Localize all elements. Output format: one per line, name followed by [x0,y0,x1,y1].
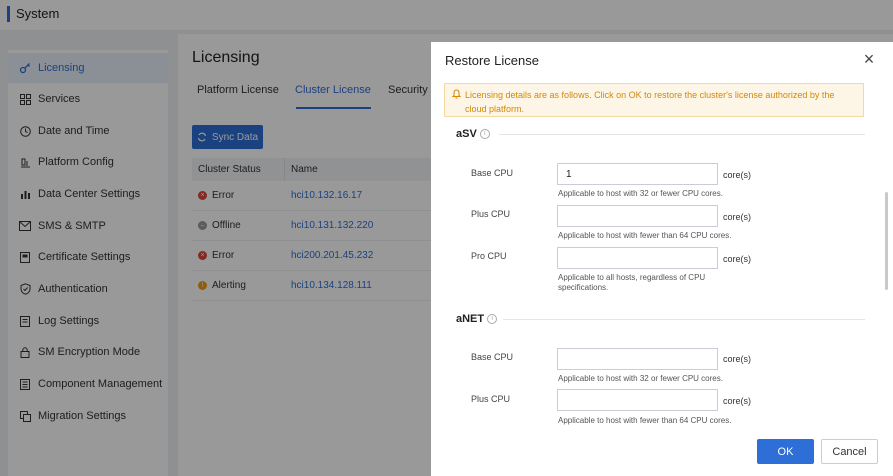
anet-plus-cpu-input[interactable] [557,389,718,411]
info-icon[interactable]: i [487,314,498,325]
asv-pro-cpu-input[interactable] [557,247,718,269]
section-title-text: aNET [456,313,485,325]
field-hint: Applicable to host with 32 or fewer CPU … [558,374,723,383]
unit-label: core(s) [723,170,752,180]
field-label: Plus CPU [471,394,511,404]
cancel-button[interactable]: Cancel [821,439,878,464]
unit-label: core(s) [723,212,752,222]
section-title-asv: aSV i [456,128,490,140]
field-hint: Applicable to host with 32 or fewer CPU … [558,189,723,198]
field-label: Pro CPU [471,251,507,261]
field-label: Plus CPU [471,209,511,219]
field-label: Base CPU [471,168,514,178]
section-divider [503,319,865,320]
section-divider [499,134,865,135]
field-hint: Applicable to all hosts, regardless of C… [558,273,706,292]
bell-icon [452,89,461,99]
info-icon[interactable]: i [479,129,490,140]
notice-text: Licensing details are as follows. Click … [465,90,835,114]
dialog-scrollbar[interactable] [885,192,888,290]
restore-license-dialog: Restore License × Licensing details are … [431,42,893,476]
ok-button[interactable]: OK [757,439,814,464]
asv-base-cpu-input[interactable] [557,163,718,185]
dialog-title: Restore License [445,53,539,68]
section-title-text: aSV [456,128,477,140]
unit-label: core(s) [723,354,752,364]
notice-banner: Licensing details are as follows. Click … [444,83,864,117]
close-icon[interactable]: × [861,50,877,68]
unit-label: core(s) [723,396,752,406]
field-hint: Applicable to host with fewer than 64 CP… [558,231,732,240]
section-title-anet: aNET i [456,313,498,325]
anet-base-cpu-input[interactable] [557,348,718,370]
field-label: Base CPU [471,352,514,362]
unit-label: core(s) [723,254,752,264]
asv-plus-cpu-input[interactable] [557,205,718,227]
field-hint: Applicable to host with fewer than 64 CP… [558,416,732,425]
